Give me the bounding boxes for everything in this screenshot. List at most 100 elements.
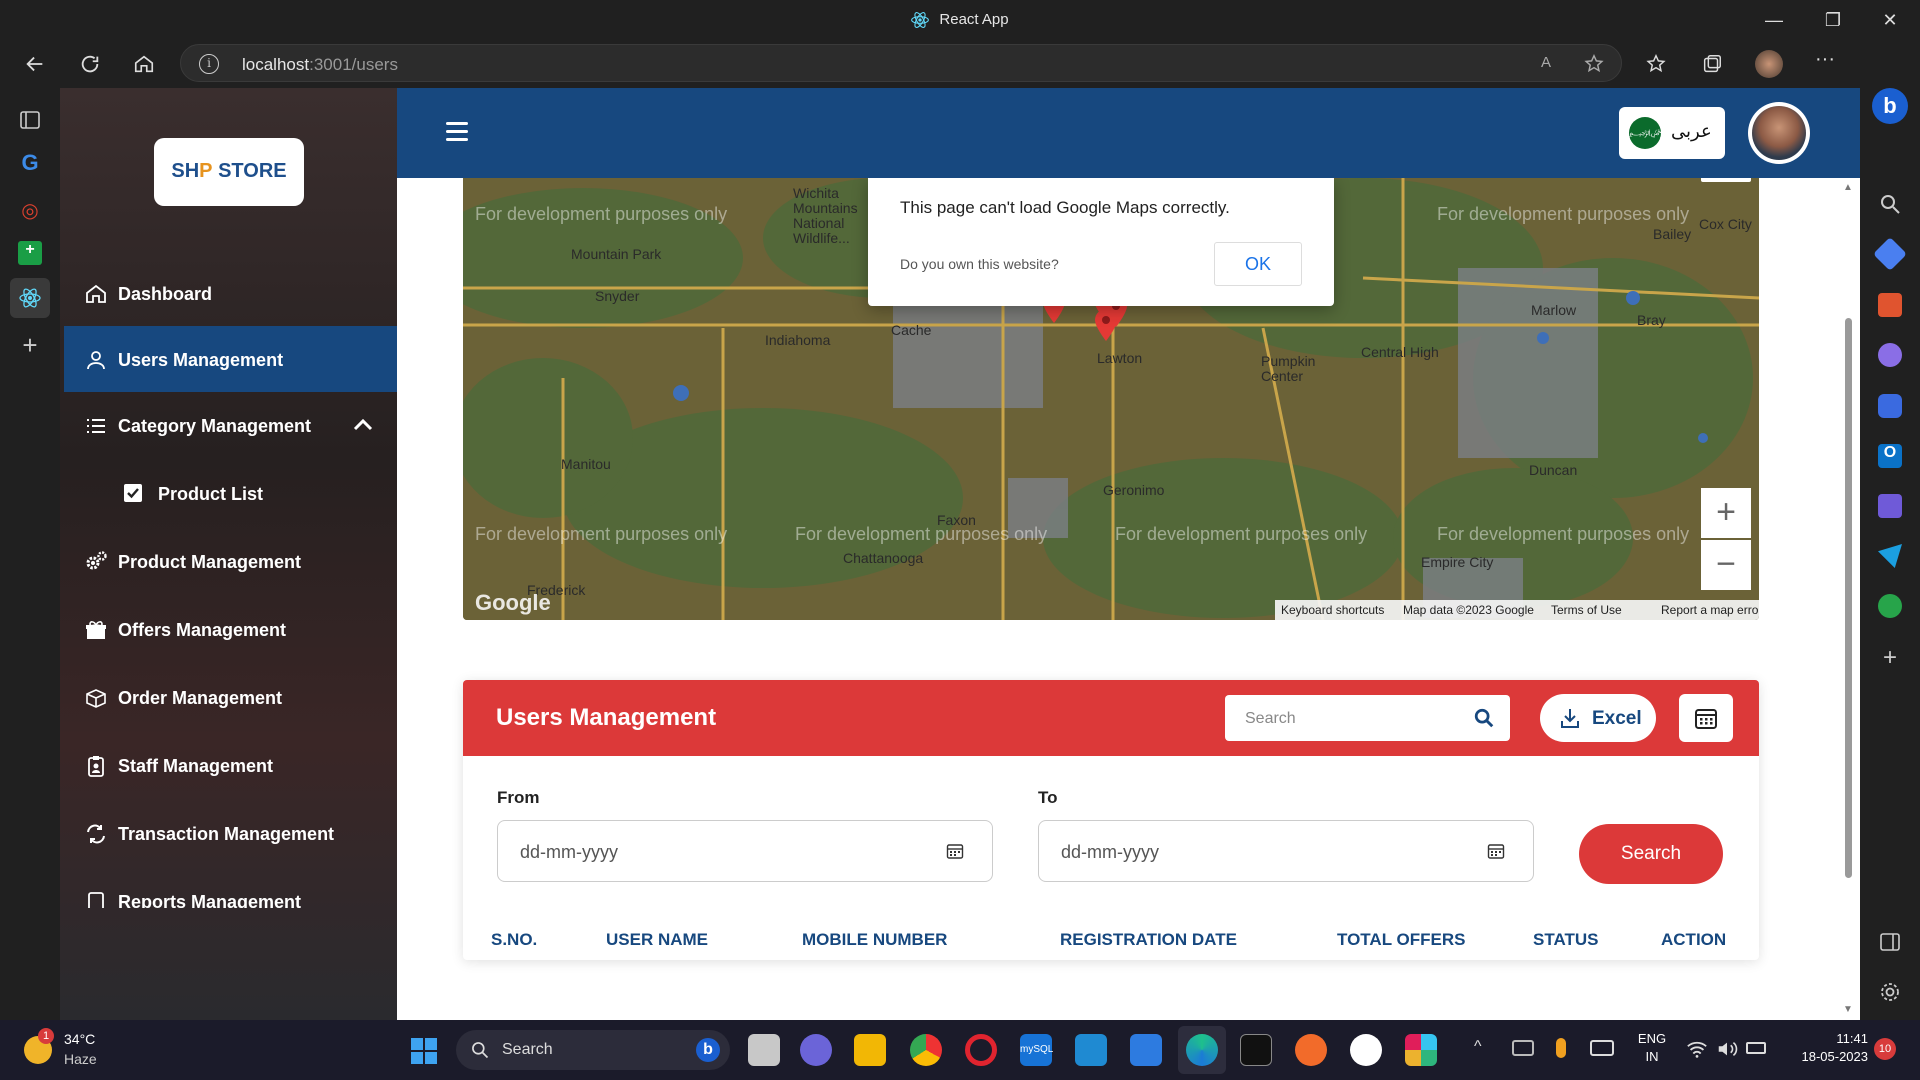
tab-actions-icon[interactable] <box>18 108 42 132</box>
battery-icon[interactable] <box>1746 1042 1766 1054</box>
shopping-tag-icon[interactable] <box>1873 237 1907 271</box>
date-placeholder: dd-mm-yyyy <box>1061 842 1159 862</box>
sidebar-item-order-management[interactable]: Order Management <box>64 664 397 730</box>
page-scrollbar[interactable]: ▲ ▼ <box>1837 178 1860 1020</box>
map-label: Bray <box>1637 312 1666 328</box>
column-header-action[interactable]: ACTION <box>1661 930 1726 950</box>
tab-favicon-react-active[interactable] <box>10 278 50 318</box>
tree-icon[interactable] <box>1878 594 1902 618</box>
sidebar-item-label: Dashboard <box>118 284 213 304</box>
outlook-icon[interactable]: O <box>1878 444 1902 468</box>
column-header-registration-date[interactable]: REGISTRATION DATE <box>1060 930 1237 950</box>
home-button[interactable] <box>126 48 162 80</box>
profile-avatar[interactable] <box>1755 50 1783 78</box>
map-marker-icon[interactable] <box>1093 308 1119 342</box>
language-switch-button[interactable]: ﷽ عربى <box>1619 107 1725 159</box>
sidebar-item-dashboard[interactable]: Dashboard <box>64 260 397 326</box>
user-avatar[interactable] <box>1748 102 1810 164</box>
send-icon[interactable] <box>1878 544 1902 568</box>
microphone-icon[interactable] <box>1556 1038 1566 1058</box>
logo-text: SHP STORE <box>154 160 304 183</box>
report-map-error-link[interactable]: Report a map error <box>1661 603 1759 617</box>
from-date-input[interactable]: dd-mm-yyyy <box>497 820 993 882</box>
excel-export-button[interactable]: Excel <box>1540 694 1656 742</box>
input-language[interactable]: ENG IN <box>1634 1031 1670 1064</box>
column-header-status[interactable]: STATUS <box>1533 930 1598 950</box>
zoom-in-button[interactable]: + <box>1701 488 1751 538</box>
fullscreen-control[interactable] <box>1701 178 1751 182</box>
to-date-input[interactable]: dd-mm-yyyy <box>1038 820 1534 882</box>
more-menu-icon[interactable]: ··· <box>1815 48 1835 71</box>
search-icon[interactable] <box>1473 707 1495 729</box>
read-aloud-icon[interactable]: A <box>1541 54 1551 71</box>
sidebar-item-category-management[interactable]: Category Management <box>64 392 397 458</box>
excel-label: Excel <box>1592 708 1642 729</box>
date-search-button[interactable]: Search <box>1579 824 1723 884</box>
terms-of-use-link[interactable]: Terms of Use <box>1551 603 1622 617</box>
users-search-input[interactable]: Search <box>1225 695 1510 741</box>
url-text[interactable]: localhost:3001/users <box>242 55 398 75</box>
column-header-sno[interactable]: S.NO. <box>491 930 537 950</box>
add-favorite-icon[interactable] <box>1583 53 1605 75</box>
google-map[interactable]: For development purposes only For develo… <box>463 178 1759 620</box>
designer-icon[interactable] <box>1878 494 1902 518</box>
keyboard-icon[interactable] <box>1590 1040 1614 1056</box>
show-hidden-icons-chevron-icon[interactable]: ^ <box>1474 1038 1482 1056</box>
sidebar-item-users-management[interactable]: Users Management <box>64 326 397 392</box>
map-label: Central High <box>1361 344 1439 360</box>
close-window-button[interactable]: ✕ <box>1867 8 1913 32</box>
hide-sidebar-icon[interactable] <box>1878 930 1902 954</box>
sidebar-item-product-list[interactable]: Product List <box>104 460 397 526</box>
site-info-icon[interactable]: i <box>199 54 219 74</box>
calendar-icon[interactable] <box>1487 842 1505 860</box>
column-header-user-name[interactable]: USER NAME <box>606 930 708 950</box>
calendar-filter-button[interactable] <box>1679 694 1733 742</box>
games-icon[interactable] <box>1878 343 1902 367</box>
address-bar[interactable]: i localhost:3001/users A <box>180 44 1622 82</box>
sidebar-item-reports-management[interactable]: Reports Management <box>64 868 397 908</box>
settings-gear-icon[interactable] <box>1878 980 1902 1004</box>
network-offline-icon[interactable] <box>1512 1040 1534 1056</box>
tab-favicon-shop[interactable]: ◎ <box>18 198 42 222</box>
scroll-up-arrow-icon[interactable]: ▲ <box>1843 182 1853 193</box>
hamburger-menu-icon[interactable] <box>446 122 468 142</box>
copilot-icon[interactable] <box>1878 394 1902 418</box>
maps-error-ok-button[interactable]: OK <box>1214 242 1302 286</box>
scroll-down-arrow-icon[interactable]: ▼ <box>1843 1004 1853 1015</box>
wifi-icon[interactable] <box>1686 1038 1708 1060</box>
tools-icon[interactable] <box>1878 293 1902 317</box>
column-header-total-offers[interactable]: TOTAL OFFERS <box>1337 930 1465 950</box>
favorites-icon[interactable] <box>1645 53 1667 75</box>
restore-button[interactable]: ❐ <box>1810 8 1856 32</box>
language-region: IN <box>1645 1049 1659 1064</box>
new-tab-icon[interactable]: + <box>18 332 42 358</box>
map-label: Indiahoma <box>765 332 831 348</box>
gift-icon <box>86 621 106 639</box>
collections-icon[interactable] <box>1701 53 1723 75</box>
vertical-tabs-bar: G ◎ + + <box>0 88 60 1020</box>
volume-icon[interactable] <box>1716 1038 1738 1060</box>
clock[interactable]: 11:41 18-05-2023 <box>1774 1031 1869 1064</box>
add-sidebar-app-icon[interactable]: + <box>1878 646 1902 670</box>
search-icon[interactable] <box>1878 192 1902 216</box>
sidebar-item-offers-management[interactable]: Offers Management <box>64 596 397 662</box>
tab-favicon-g[interactable]: G <box>18 150 42 175</box>
minimize-button[interactable]: — <box>1751 8 1797 32</box>
sidebar-item-staff-management[interactable]: Staff Management <box>64 732 397 798</box>
calendar-icon[interactable] <box>946 842 964 860</box>
keyboard-shortcuts-link[interactable]: Keyboard shortcuts <box>1281 603 1384 617</box>
column-header-mobile-number[interactable]: MOBILE NUMBER <box>802 930 947 950</box>
sidebar-item-product-management[interactable]: Product Management <box>64 528 397 594</box>
maps-error-question[interactable]: Do you own this website? <box>900 256 1059 272</box>
scrollbar-thumb[interactable] <box>1845 318 1852 878</box>
chevron-up-icon[interactable] <box>352 416 374 432</box>
shop-store-logo[interactable]: SHP STORE <box>154 138 304 206</box>
zoom-out-button[interactable]: − <box>1701 540 1751 590</box>
bing-chat-icon[interactable]: b <box>1872 88 1908 124</box>
tab-favicon-sheets[interactable]: + <box>18 241 42 265</box>
reload-button[interactable] <box>72 48 108 80</box>
calendar-icon <box>1695 709 1717 729</box>
notification-badge[interactable]: 10 <box>1874 1038 1896 1060</box>
sidebar-item-transaction-management[interactable]: Transaction Management <box>64 800 397 866</box>
back-button[interactable] <box>17 48 53 80</box>
